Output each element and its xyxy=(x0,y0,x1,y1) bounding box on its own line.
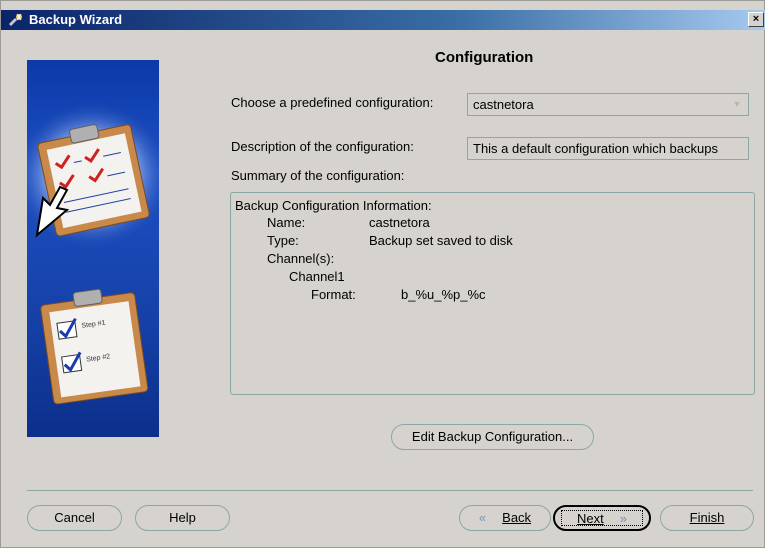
edit-button-label: Edit Backup Configuration... xyxy=(411,429,574,444)
cancel-button-label: Cancel xyxy=(54,510,95,525)
backup-wizard-window: Backup Wizard × Step #1 Step #2 Configur… xyxy=(0,0,765,548)
summary-label: Summary of the configuration: xyxy=(231,168,405,183)
help-button[interactable]: Help xyxy=(135,505,230,531)
cancel-button[interactable]: Cancel xyxy=(27,505,122,531)
back-arrow-icon: « xyxy=(478,510,487,525)
help-button-label: Help xyxy=(169,510,196,525)
summary-header: Backup Configuration Information: xyxy=(235,198,432,213)
title-bar: Backup Wizard × xyxy=(1,10,765,30)
summary-channels-key: Channel(s): xyxy=(267,251,335,266)
predefined-config-select[interactable]: castnetora ▼ xyxy=(467,93,749,116)
page-title: Configuration xyxy=(435,49,534,66)
summary-type-key: Type: xyxy=(267,233,299,248)
summary-format-value: b_%u_%p_%c xyxy=(401,287,486,302)
wizard-illustration: Step #1 Step #2 xyxy=(27,60,159,437)
focus-rectangle xyxy=(561,510,643,526)
description-field[interactable]: This a default configuration which backu… xyxy=(467,137,749,160)
summary-name-key: Name: xyxy=(267,215,306,230)
close-button[interactable]: × xyxy=(748,12,764,27)
finish-button-label: Finish xyxy=(689,510,725,525)
chevron-down-icon[interactable]: ▼ xyxy=(730,98,744,111)
predefined-config-value: castnetora xyxy=(473,97,534,112)
summary-name-value: castnetora xyxy=(369,215,430,230)
summary-format-key: Format: xyxy=(311,287,356,302)
close-icon: × xyxy=(752,13,760,25)
wizard-icon xyxy=(9,13,22,26)
next-button[interactable]: Next» xyxy=(553,505,651,531)
window-title: Backup Wizard xyxy=(29,12,123,27)
description-value: This a default configuration which backu… xyxy=(473,141,718,156)
back-button-label: Back xyxy=(502,510,532,525)
predefined-config-label: Choose a predefined configuration: xyxy=(231,95,434,110)
summary-channel1: Channel1 xyxy=(289,269,345,284)
summary-text-area[interactable]: Backup Configuration Information: Name: … xyxy=(230,192,755,395)
back-button[interactable]: « Back xyxy=(459,505,551,531)
summary-type-value: Backup set saved to disk xyxy=(369,233,513,248)
description-label: Description of the configuration: xyxy=(231,139,414,154)
clipboards-graphic: Step #1 Step #2 xyxy=(27,100,159,405)
finish-button[interactable]: Finish xyxy=(660,505,754,531)
footer-divider xyxy=(27,490,753,491)
edit-backup-configuration-button[interactable]: Edit Backup Configuration... xyxy=(391,424,594,450)
